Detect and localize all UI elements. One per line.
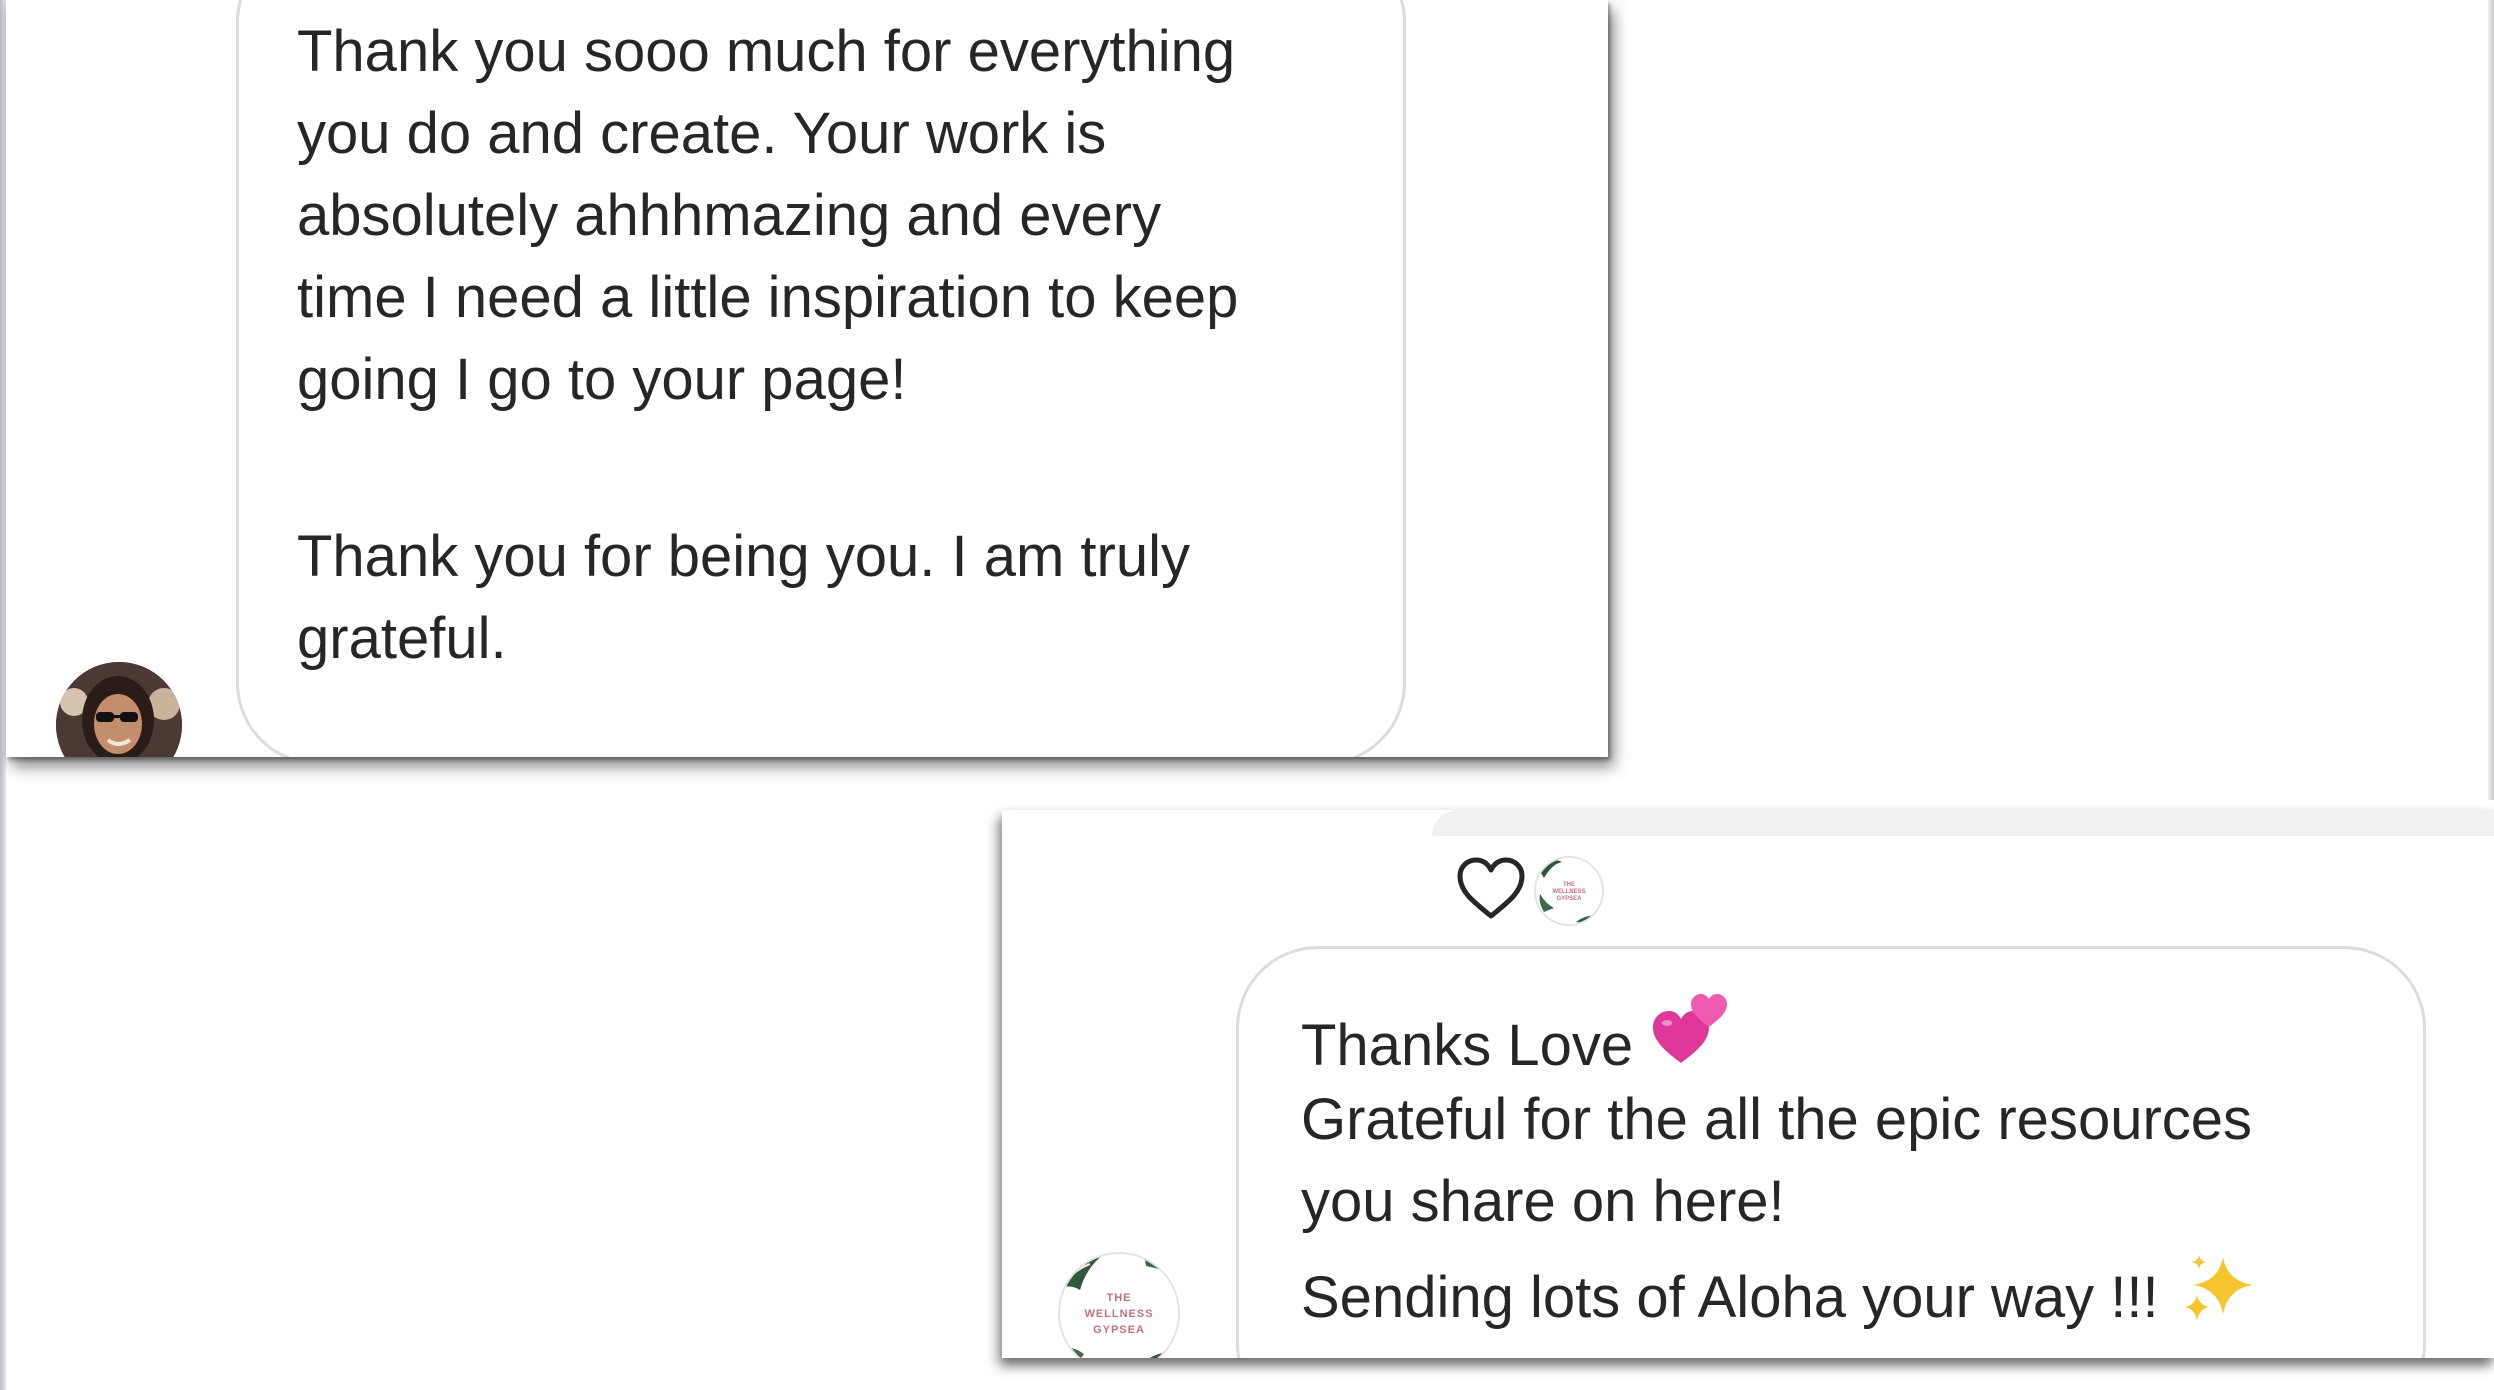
reply-line-4: Sending lots of Aloha your way !!! xyxy=(1301,1251,2259,1339)
leaf-icon: THE WELLNESS GYPSEA xyxy=(1538,860,1598,923)
reply-message-card: THE WELLNESS GYPSEA Thanks Love Grateful… xyxy=(1002,810,2494,1358)
reply-message-bubble[interactable]: Thanks Love Grateful for the all the epi… xyxy=(1236,946,2426,1358)
svg-text:GYPSEA: GYPSEA xyxy=(1556,896,1582,902)
two-hearts-emoji-icon xyxy=(1653,994,1728,1063)
reply-line-1: Thanks Love xyxy=(1301,991,1731,1087)
incoming-message-card: Thank you sooo much for everything you d… xyxy=(6,0,1608,757)
incoming-message-paragraph-2: Thank you for being you. I am truly grat… xyxy=(297,524,1190,671)
reply-line-1-text: Thanks Love xyxy=(1301,1013,1634,1078)
reply-line-3: you share on here! xyxy=(1301,1169,1785,1234)
reply-line-2: Grateful for the all the epic resources xyxy=(1301,1087,2253,1152)
incoming-message-bubble[interactable]: Thank you sooo much for everything you d… xyxy=(236,0,1406,757)
right-edge-shadow xyxy=(2488,0,2494,800)
incoming-message-paragraph-1: Thank you sooo much for everything you d… xyxy=(297,19,1239,412)
brand-avatar[interactable]: THE WELLNESS GYPSEA xyxy=(1058,1252,1180,1358)
svg-text:WELLNESS: WELLNESS xyxy=(1552,889,1585,895)
reply-line-4-text: Sending lots of Aloha your way !!! xyxy=(1301,1265,2159,1330)
brand-logo-line-1: THE xyxy=(1106,1292,1132,1304)
svg-text:THE: THE xyxy=(1563,882,1575,888)
sparkles-emoji-icon xyxy=(2184,1255,2253,1321)
brand-logo-line-3: GYPSEA xyxy=(1093,1324,1145,1336)
monstera-leaf-icon xyxy=(1060,1254,1178,1358)
woman-with-sunglasses-avatar-icon xyxy=(56,662,182,757)
card-top-divider xyxy=(1432,810,2494,836)
brand-logo-line-2: WELLNESS xyxy=(1084,1308,1154,1320)
screenshot-collage: Thank you sooo much for everything you d… xyxy=(0,0,2494,1390)
sender-avatar[interactable] xyxy=(56,662,182,757)
heart-icon[interactable] xyxy=(1454,852,1528,926)
reaction-brand-avatar: THE WELLNESS GYPSEA xyxy=(1534,856,1604,926)
